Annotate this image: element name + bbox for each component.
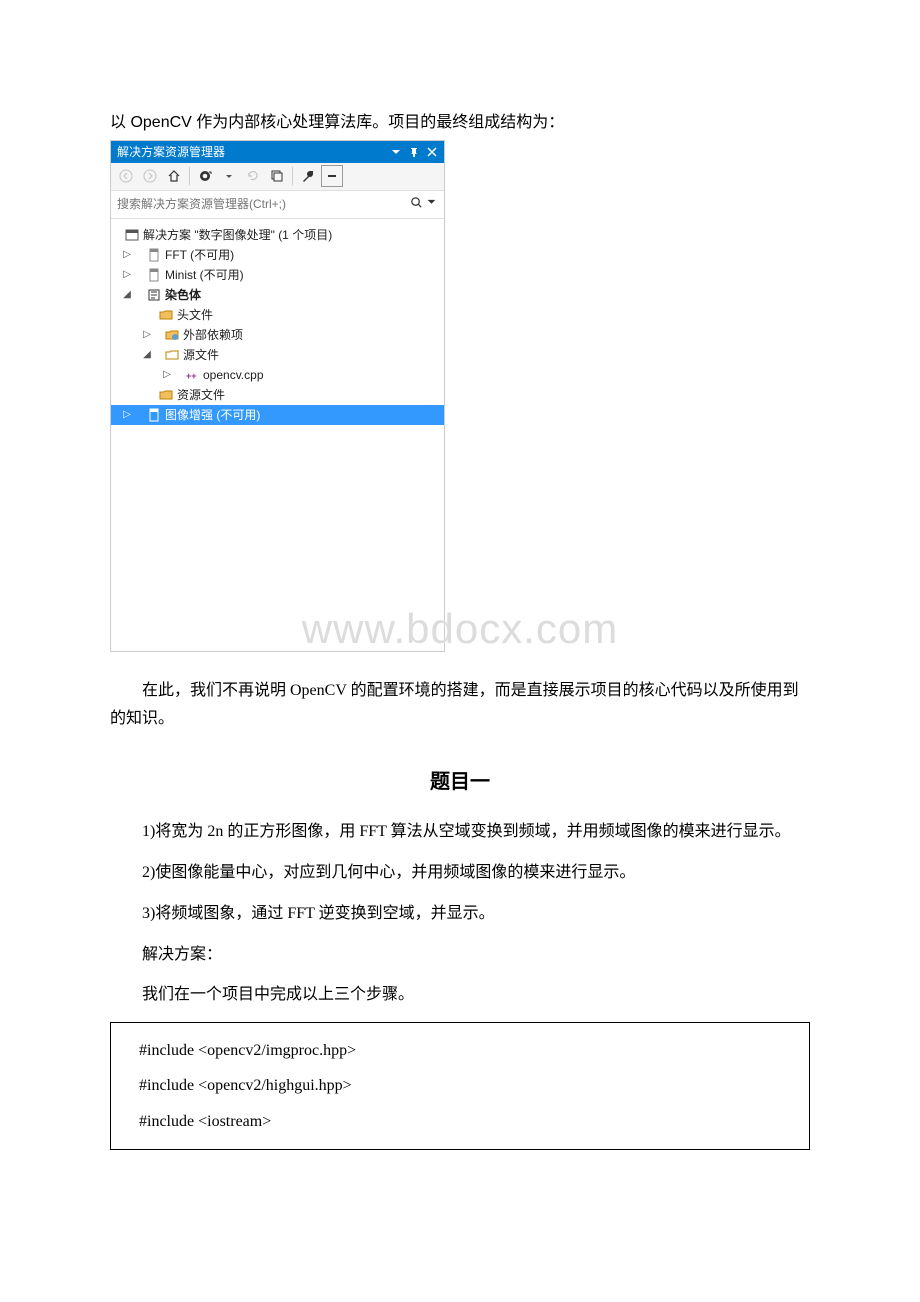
solution-icon (125, 228, 139, 242)
intro-text: 以 OpenCV 作为内部核心处理算法库。项目的最终组成结构为： (110, 110, 810, 136)
code-line: #include <opencv2/imgproc.hpp> (139, 1033, 801, 1068)
folder-source[interactable]: ◢ 源文件 (111, 345, 444, 365)
project-image-enhance[interactable]: ▷ 图像增强 (不可用) (111, 405, 444, 425)
close-icon[interactable] (426, 146, 438, 158)
code-line: #include <opencv2/highgui.hpp> (139, 1068, 801, 1103)
solution-node[interactable]: 解决方案 "数字图像处理" (1 个项目) (111, 225, 444, 245)
section-title: 题目一 (110, 764, 810, 800)
forward-button[interactable] (139, 165, 161, 187)
project-icon (147, 268, 161, 282)
folder-headers[interactable]: 头文件 (111, 305, 444, 325)
project-label: FFT (不可用) (165, 246, 234, 263)
panel-toolbar (111, 163, 444, 191)
project-label: 图像增强 (不可用) (165, 406, 260, 423)
properties-button[interactable] (297, 165, 319, 187)
search-icon[interactable] (410, 196, 423, 212)
expand-icon[interactable]: ▷ (121, 409, 133, 420)
folder-external-deps[interactable]: ▷ 外部依赖项 (111, 325, 444, 345)
folder-icon (165, 348, 179, 362)
search-dropdown-icon[interactable] (425, 196, 438, 212)
file-opencv-cpp[interactable]: ▷ ++ opencv.cpp (111, 365, 444, 385)
solution-tree: 解决方案 "数字图像处理" (1 个项目) ▷ FFT (不可用) ▷ Mini… (111, 219, 444, 431)
toolbar-separator (292, 167, 293, 185)
folder-label: 资源文件 (177, 386, 225, 403)
solution-desc: 我们在一个项目中完成以上三个步骤。 (110, 981, 810, 1010)
expand-icon[interactable]: ▷ (121, 269, 133, 280)
collapse-icon[interactable]: ◢ (121, 289, 133, 300)
collapse-icon[interactable]: ◢ (141, 349, 153, 360)
back-button[interactable] (115, 165, 137, 187)
home-button[interactable] (163, 165, 185, 187)
project-fft[interactable]: ▷ FFT (不可用) (111, 245, 444, 265)
expand-icon[interactable]: ▷ (161, 369, 173, 380)
panel-titlebar: 解决方案资源管理器 (111, 141, 444, 163)
project-icon (147, 248, 161, 262)
project-label: Minist (不可用) (165, 266, 244, 283)
cpp-file-icon: ++ (185, 368, 199, 382)
folder-label: 头文件 (177, 306, 213, 323)
code-block: #include <opencv2/imgproc.hpp> #include … (110, 1022, 810, 1150)
project-minist[interactable]: ▷ Minist (不可用) (111, 265, 444, 285)
expand-icon[interactable]: ▷ (121, 249, 133, 260)
search-bar (111, 191, 444, 219)
svg-text:++: ++ (186, 371, 197, 381)
project-label: 染色体 (165, 286, 201, 303)
question-2: 2)使图像能量中心，对应到几何中心，并用频域图像的模来进行显示。 (110, 859, 810, 888)
folder-label: 源文件 (183, 346, 219, 363)
folder-icon (159, 308, 173, 322)
question-3: 3)将频域图象，通过 FFT 逆变换到空域，并显示。 (110, 900, 810, 929)
show-all-button[interactable] (321, 165, 343, 187)
project-icon (147, 288, 161, 302)
search-input[interactable] (117, 197, 410, 211)
folder-icon (159, 388, 173, 402)
refresh-button[interactable] (242, 165, 264, 187)
file-label: opencv.cpp (203, 368, 264, 382)
sync-button[interactable] (194, 165, 216, 187)
panel-empty-area (111, 431, 444, 651)
paragraph: 在此，我们不再说明 OpenCV 的配置环境的搭建，而是直接展示项目的核心代码以… (110, 677, 810, 735)
toolbar-separator (189, 167, 190, 185)
solution-label: 解决方案： (110, 941, 810, 970)
folder-ref-icon (165, 328, 179, 342)
folder-label: 外部依赖项 (183, 326, 243, 343)
project-chromosome[interactable]: ◢ 染色体 (111, 285, 444, 305)
folder-resources[interactable]: 资源文件 (111, 385, 444, 405)
panel-title: 解决方案资源管理器 (117, 143, 390, 160)
solution-label: 解决方案 "数字图像处理" (1 个项目) (143, 226, 332, 243)
pin-icon[interactable] (408, 146, 420, 158)
expand-icon[interactable]: ▷ (141, 329, 153, 340)
collapse-all-button[interactable] (266, 165, 288, 187)
dropdown-icon[interactable] (390, 146, 402, 158)
project-icon (147, 408, 161, 422)
toolbar-dropdown[interactable] (218, 165, 240, 187)
question-1: 1)将宽为 2n 的正方形图像，用 FFT 算法从空域变换到频域，并用频域图像的… (110, 818, 810, 847)
code-line: #include <iostream> (139, 1104, 801, 1139)
solution-explorer-panel: 解决方案资源管理器 (110, 140, 445, 652)
